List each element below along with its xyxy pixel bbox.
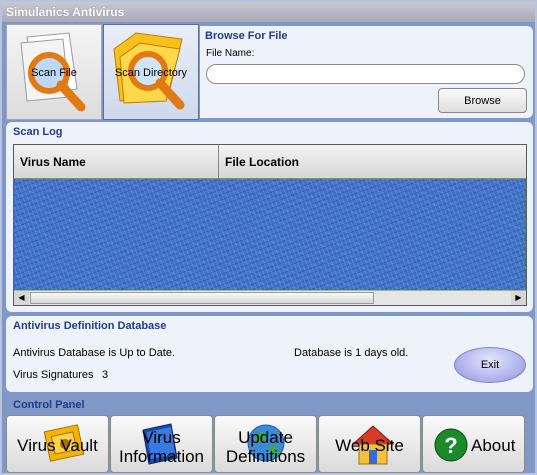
- virus-information-label: Virus Information: [118, 428, 205, 466]
- column-header-file-location[interactable]: File Location: [219, 145, 526, 179]
- about-label: About: [471, 436, 516, 455]
- exit-button[interactable]: Exit: [454, 347, 526, 383]
- file-name-input[interactable]: [206, 64, 525, 84]
- column-header-virus-name[interactable]: Virus Name: [14, 145, 219, 179]
- virus-signatures-count: 3: [102, 369, 109, 381]
- virus-information-button[interactable]: Virus Information: [110, 415, 213, 473]
- file-name-label: File Name:: [206, 48, 255, 59]
- scan-log-body[interactable]: [14, 179, 526, 291]
- scrollbar-thumb[interactable]: [30, 292, 374, 304]
- database-age: Database is 1 days old.: [294, 347, 409, 359]
- scan-file-label: Scan File: [31, 67, 77, 79]
- scan-directory-label: Scan Directory: [114, 67, 188, 79]
- web-site-button[interactable]: Web Site: [318, 415, 421, 473]
- scan-directory-button[interactable]: Scan Directory: [103, 24, 199, 120]
- scroll-left-arrow-icon[interactable]: ◀: [14, 291, 29, 305]
- control-panel-section-title: Control Panel: [13, 399, 85, 411]
- app-window: Simulanics Antivirus Scan File Scan Dire…: [0, 0, 537, 475]
- virus-vault-button[interactable]: Virus Vault: [6, 415, 109, 473]
- horizontal-scrollbar[interactable]: ◀ ▶: [14, 290, 526, 305]
- browse-section-title: Browse For File: [205, 30, 288, 42]
- scan-file-button[interactable]: Scan File: [6, 24, 102, 120]
- update-definitions-label: Update Definitions: [225, 428, 306, 466]
- window-title: Simulanics Antivirus: [2, 2, 535, 22]
- database-section-title: Antivirus Definition Database: [13, 320, 167, 332]
- svg-text:?: ?: [444, 433, 457, 458]
- about-button[interactable]: ? About: [422, 415, 525, 473]
- virus-vault-label: Virus Vault: [17, 436, 98, 455]
- scroll-right-arrow-icon[interactable]: ▶: [511, 291, 526, 305]
- update-definitions-button[interactable]: Update Definitions: [214, 415, 317, 473]
- scan-log-section-title: Scan Log: [13, 126, 63, 138]
- scan-log-header: Virus Name File Location: [14, 145, 526, 179]
- scan-log-list[interactable]: Virus Name File Location ◀ ▶: [13, 144, 527, 306]
- browse-button[interactable]: Browse: [438, 88, 527, 113]
- virus-signatures-label: Virus Signatures: [13, 369, 94, 381]
- web-site-label: Web Site: [335, 436, 404, 455]
- database-status: Antivirus Database is Up to Date.: [13, 347, 176, 359]
- question-icon: ?: [434, 428, 468, 462]
